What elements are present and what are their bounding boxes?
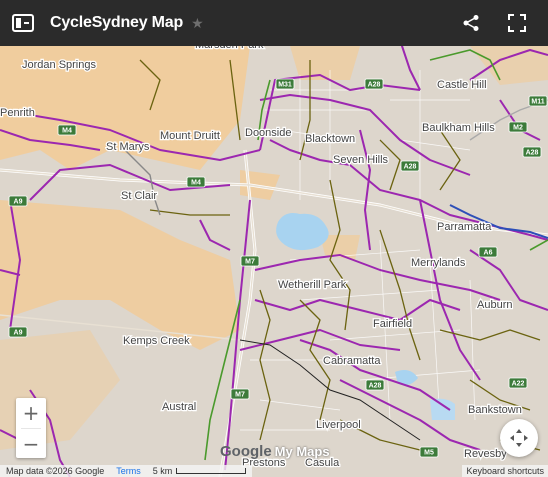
road-shield: M4 bbox=[57, 124, 77, 136]
place-label: Blacktown bbox=[305, 133, 355, 145]
place-label: Cabramatta bbox=[323, 355, 381, 367]
recenter-icon[interactable] bbox=[500, 419, 538, 457]
place-label: Revesby bbox=[464, 448, 507, 460]
road-shield-label: M7 bbox=[245, 259, 255, 266]
road-shield-label: A22 bbox=[512, 381, 525, 388]
road-shield: M7 bbox=[240, 255, 260, 267]
place-label: Parramatta bbox=[437, 221, 492, 233]
road-shield-label: A9 bbox=[14, 199, 23, 206]
road-shield-label: M4 bbox=[191, 180, 201, 187]
terms-link[interactable]: Terms bbox=[116, 466, 141, 476]
road-shield: A28 bbox=[364, 78, 384, 90]
place-label: Austral bbox=[162, 401, 196, 413]
keyboard-shortcuts-link[interactable]: Keyboard shortcuts bbox=[466, 466, 544, 476]
road-shield: M7 bbox=[230, 388, 250, 400]
zoom-out-button[interactable]: − bbox=[16, 429, 46, 459]
side-panel-icon[interactable] bbox=[0, 0, 46, 46]
road-shield: M5 bbox=[419, 446, 439, 458]
road-shield-label: A28 bbox=[369, 383, 382, 390]
road-shield-label: A6 bbox=[484, 250, 493, 257]
road-shield: M2 bbox=[508, 121, 528, 133]
road-shield-label: M7 bbox=[235, 392, 245, 399]
scale-bar bbox=[176, 468, 247, 474]
place-label: Wetherill Park bbox=[278, 279, 347, 291]
place-label: Doonside bbox=[245, 127, 291, 139]
map-title: CycleSydney Map bbox=[50, 14, 184, 31]
road-shield-label: M11 bbox=[531, 99, 544, 106]
road-shield-label: M31 bbox=[278, 82, 292, 89]
road-shield-label: A9 bbox=[14, 330, 23, 337]
road-shield-label: A28 bbox=[404, 164, 417, 171]
place-label: Kemps Creek bbox=[123, 335, 190, 347]
road-shield: M4 bbox=[186, 176, 206, 188]
place-label: Seven Hills bbox=[333, 154, 389, 166]
place-label: St Marys bbox=[106, 141, 150, 153]
road-shield-label: A28 bbox=[368, 82, 381, 89]
zoom-controls: + − bbox=[16, 398, 46, 458]
scale-label: 5 km bbox=[153, 466, 247, 476]
zoom-in-button[interactable]: + bbox=[16, 398, 46, 428]
place-label: St Clair bbox=[121, 190, 157, 202]
road-shield-label: M2 bbox=[513, 125, 523, 132]
place-label: Castle Hill bbox=[437, 79, 487, 91]
google-wordmark: Google bbox=[220, 443, 272, 460]
road-shield-label: A28 bbox=[526, 150, 539, 157]
road-shield: A22 bbox=[508, 377, 528, 389]
title-bar: CycleSydney Map ★ bbox=[0, 0, 548, 46]
star-icon[interactable]: ★ bbox=[191, 15, 204, 32]
road-shield-label: M5 bbox=[424, 450, 434, 457]
place-label: Merrylands bbox=[411, 257, 466, 269]
place-label: Bankstown bbox=[468, 404, 522, 416]
road-shield: A6 bbox=[478, 246, 498, 258]
map-footer: Map data ©2026 Google Terms 5 km Keyboar… bbox=[0, 465, 548, 477]
road-shield-label: M4 bbox=[62, 128, 72, 135]
place-label: Jordan Springs bbox=[22, 59, 96, 71]
place-label: Liverpool bbox=[316, 419, 361, 431]
place-label: Baulkham Hills bbox=[422, 122, 495, 134]
road-shield: A28 bbox=[400, 160, 420, 172]
map-canvas[interactable]: M4M7A9M4A9A28M2A28A6M7A22M31A28M11A28M5 … bbox=[0, 0, 548, 477]
place-label: Penrith bbox=[0, 107, 35, 119]
road-shield: M11 bbox=[528, 95, 548, 107]
google-logo: Google My Maps bbox=[220, 443, 330, 460]
share-icon[interactable] bbox=[448, 0, 494, 46]
road-shield: M31 bbox=[275, 78, 295, 90]
road-shield: A9 bbox=[8, 326, 28, 338]
road-shield: A28 bbox=[365, 379, 385, 391]
rural-zone bbox=[290, 46, 360, 80]
attribution: Map data ©2026 Google bbox=[6, 466, 105, 476]
my-maps-wordmark: My Maps bbox=[274, 444, 330, 459]
fullscreen-icon[interactable] bbox=[494, 0, 540, 46]
road-shield: A9 bbox=[8, 195, 28, 207]
road-shield: A28 bbox=[522, 146, 542, 158]
water bbox=[430, 398, 455, 420]
place-label: Auburn bbox=[477, 299, 512, 311]
place-label: Mount Druitt bbox=[160, 130, 220, 142]
place-label: Fairfield bbox=[373, 318, 412, 330]
